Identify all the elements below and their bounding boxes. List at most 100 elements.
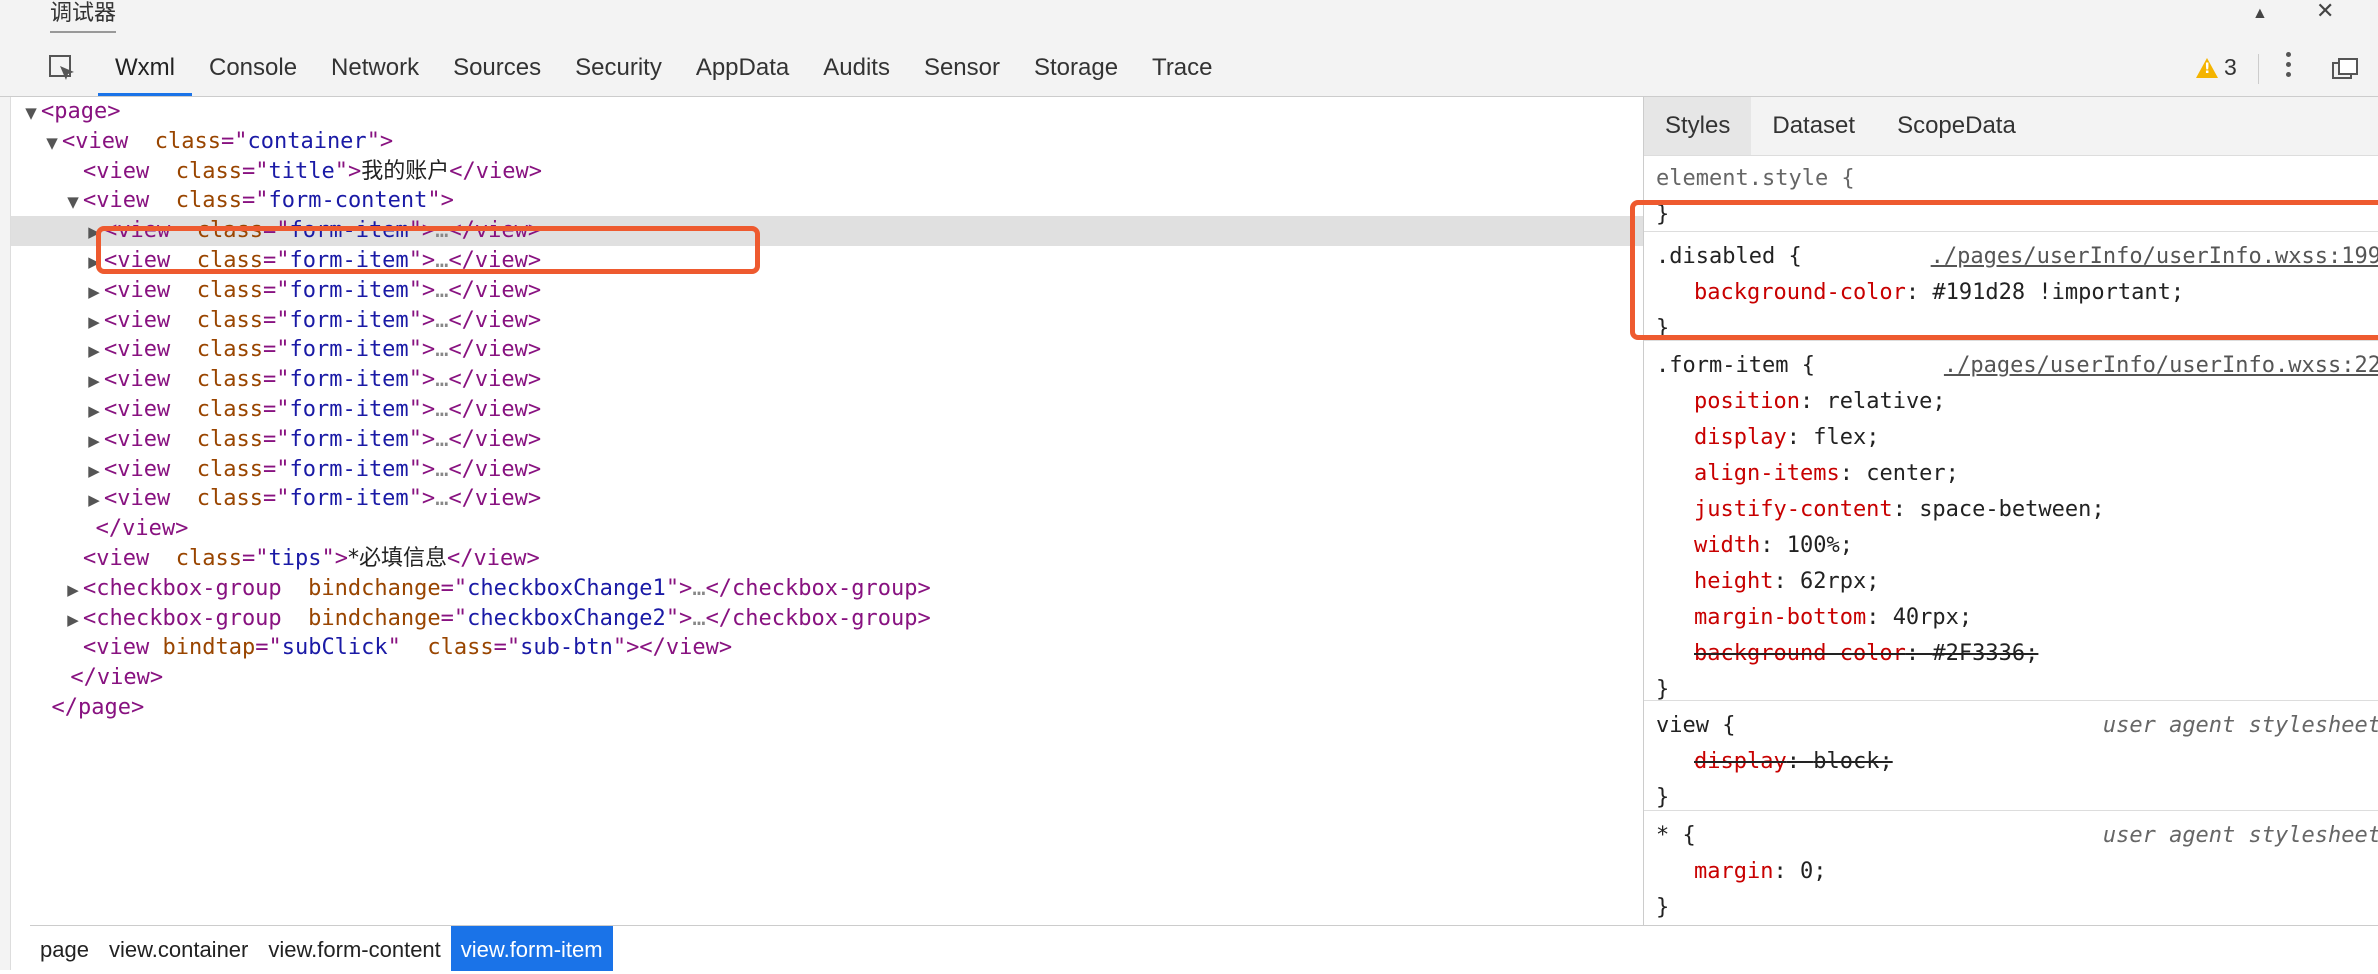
- style-declaration[interactable]: height: 62rpx;: [1644, 564, 2378, 600]
- dom-node[interactable]: ▶ <view class="form-item">…</view>: [11, 395, 1643, 425]
- style-declaration[interactable]: justify-content: space-between;: [1644, 492, 2378, 528]
- style-declaration[interactable]: margin: 0;: [1644, 854, 2378, 890]
- style-rule: * {user agent stylesheet margin: 0;}: [1644, 818, 2378, 926]
- rule-selector[interactable]: * {: [1656, 823, 1696, 848]
- token-tag: </view>: [449, 158, 542, 184]
- style-declaration[interactable]: display: flex;: [1644, 420, 2378, 456]
- token-tag: ">: [321, 546, 348, 571]
- declaration-colon: :: [1773, 569, 1800, 594]
- expand-right-icon[interactable]: ▶: [84, 456, 104, 486]
- style-declaration[interactable]: background-color: #2F3336;: [1644, 636, 2378, 672]
- tab-security[interactable]: Security: [558, 34, 679, 96]
- token-attr: bindtap: [162, 635, 256, 661]
- breadcrumb-item[interactable]: view.form-content: [258, 926, 450, 971]
- style-declaration[interactable]: align-items: center;: [1644, 456, 2378, 492]
- style-declaration[interactable]: width: 100%;: [1644, 528, 2378, 564]
- declaration-property: width: [1694, 533, 1761, 558]
- declaration-colon: :: [1786, 425, 1814, 450]
- styles-tab-styles[interactable]: Styles: [1644, 97, 1752, 155]
- declaration-value: relative;: [1826, 389, 1946, 414]
- dom-node[interactable]: <view bindtap="subClick" class="sub-btn"…: [11, 633, 1643, 663]
- token-attr: bindchange: [294, 575, 441, 601]
- expand-down-icon[interactable]: ▼: [42, 128, 62, 158]
- declaration-colon: :: [1799, 389, 1827, 414]
- token-ell: …: [435, 486, 449, 512]
- tab-console[interactable]: Console: [192, 34, 314, 96]
- tab-sensor[interactable]: Sensor: [907, 34, 1017, 96]
- token-tag: <view: [83, 158, 163, 184]
- collapse-icon[interactable]: ▲: [2252, 3, 2268, 25]
- expand-right-icon[interactable]: ▶: [63, 605, 83, 635]
- token-tag: ">: [408, 456, 436, 482]
- dom-node[interactable]: <view class="title">我的账户</view>: [11, 157, 1643, 187]
- dom-node[interactable]: ▶ <checkbox-group bindchange="checkboxCha…: [11, 574, 1643, 604]
- token-tag: =": [241, 546, 269, 571]
- token-val: form-item: [289, 367, 409, 393]
- tab-network[interactable]: Network: [314, 34, 436, 96]
- rule-selector[interactable]: .form-item {: [1656, 353, 1815, 378]
- expand-down-icon[interactable]: ▼: [21, 98, 41, 128]
- dom-node[interactable]: ▼ <page>: [11, 97, 1643, 127]
- token-tag: <view: [104, 307, 184, 333]
- rule-selector[interactable]: view {: [1656, 713, 1735, 738]
- expand-right-icon[interactable]: ▶: [84, 336, 104, 366]
- dom-node[interactable]: ▶ <view class="form-item">…</view>: [11, 335, 1643, 365]
- tab-storage[interactable]: Storage: [1017, 34, 1135, 96]
- styles-tab-dataset[interactable]: Dataset: [1751, 97, 1876, 155]
- expand-right-icon[interactable]: ▶: [84, 485, 104, 515]
- dom-node[interactable]: ▶ <view class="form-item">…</view>: [11, 484, 1643, 514]
- style-declaration[interactable]: display: block;: [1644, 744, 2378, 780]
- expand-right-icon[interactable]: ▶: [84, 307, 104, 337]
- token-tag: ">: [334, 158, 362, 184]
- dock-side-icon[interactable]: [2332, 58, 2358, 80]
- expand-right-icon[interactable]: ▶: [84, 366, 104, 396]
- style-declaration[interactable]: margin-bottom: 40rpx;: [1644, 600, 2378, 636]
- declaration-property: justify-content: [1694, 497, 1893, 522]
- token-ell: …: [435, 456, 449, 482]
- breadcrumb-item[interactable]: view.form-item: [450, 926, 613, 971]
- expand-right-icon[interactable]: ▶: [63, 575, 83, 605]
- token-tag: =": [241, 188, 269, 214]
- dom-node[interactable]: ▶ <checkbox-group bindchange="checkboxCha…: [11, 604, 1643, 634]
- dom-node[interactable]: ▼ <view class="container">: [11, 127, 1643, 157]
- tab-audits[interactable]: Audits: [806, 34, 907, 96]
- dom-node[interactable]: ▶ <view class="form-item">…</view>: [11, 365, 1643, 395]
- dom-node[interactable]: ▶ <view class="form-item">…</view>: [11, 455, 1643, 485]
- rule-separator: [1644, 810, 2378, 811]
- dom-node[interactable]: ▶ <view class="form-item">…</view>: [11, 306, 1643, 336]
- title-underline: [50, 31, 116, 33]
- rule-selector-line: .form-item { ./pages/userInfo/userInfo.wx…: [1644, 348, 2378, 384]
- token-tag: </view>: [448, 456, 542, 482]
- inspect-element-icon[interactable]: [48, 54, 76, 82]
- expand-down-icon[interactable]: ▼: [63, 187, 83, 217]
- token-tag: =": [262, 397, 290, 422]
- rule-selector[interactable]: element.style {: [1656, 166, 1855, 191]
- expand-right-icon[interactable]: ▶: [84, 426, 104, 456]
- tab-appdata[interactable]: AppData: [679, 34, 806, 96]
- declaration-value: 62rpx;: [1799, 569, 1880, 594]
- close-icon[interactable]: ✕: [2316, 0, 2334, 22]
- dom-node[interactable]: ▶ <view class="form-item">…</view>: [11, 425, 1643, 455]
- token-attr: class: [183, 307, 263, 333]
- breadcrumb-item[interactable]: page: [30, 926, 99, 971]
- warning-counter[interactable]: 3: [2196, 54, 2237, 81]
- token-ell: …: [435, 337, 449, 363]
- tab-sources[interactable]: Sources: [436, 34, 558, 96]
- style-declaration[interactable]: position: relative;: [1644, 384, 2378, 420]
- rule-source-link[interactable]: ./pages/userInfo/userInfo.wxss:22: [1944, 348, 2378, 384]
- token-val: form-item: [289, 337, 409, 363]
- dom-node[interactable]: </view>: [11, 514, 1643, 544]
- dom-node[interactable]: <view class="tips">*必填信息</view>: [11, 544, 1643, 574]
- tab-trace[interactable]: Trace: [1135, 34, 1229, 96]
- dom-node[interactable]: ▼ <view class="form-content">: [11, 186, 1643, 216]
- expand-right-icon[interactable]: ▶: [84, 396, 104, 426]
- dom-node[interactable]: ▶ <view class="form-item">…</view>: [11, 276, 1643, 306]
- token-tag: =": [262, 426, 290, 452]
- tab-wxml[interactable]: Wxml: [98, 34, 192, 96]
- dom-node[interactable]: </page>: [11, 693, 1643, 723]
- more-options-icon[interactable]: [2286, 52, 2292, 82]
- dom-node[interactable]: </view>: [11, 663, 1643, 693]
- expand-right-icon[interactable]: ▶: [84, 277, 104, 307]
- styles-tab-scopedata[interactable]: ScopeData: [1876, 97, 2037, 155]
- breadcrumb-item[interactable]: view.container: [99, 926, 258, 971]
